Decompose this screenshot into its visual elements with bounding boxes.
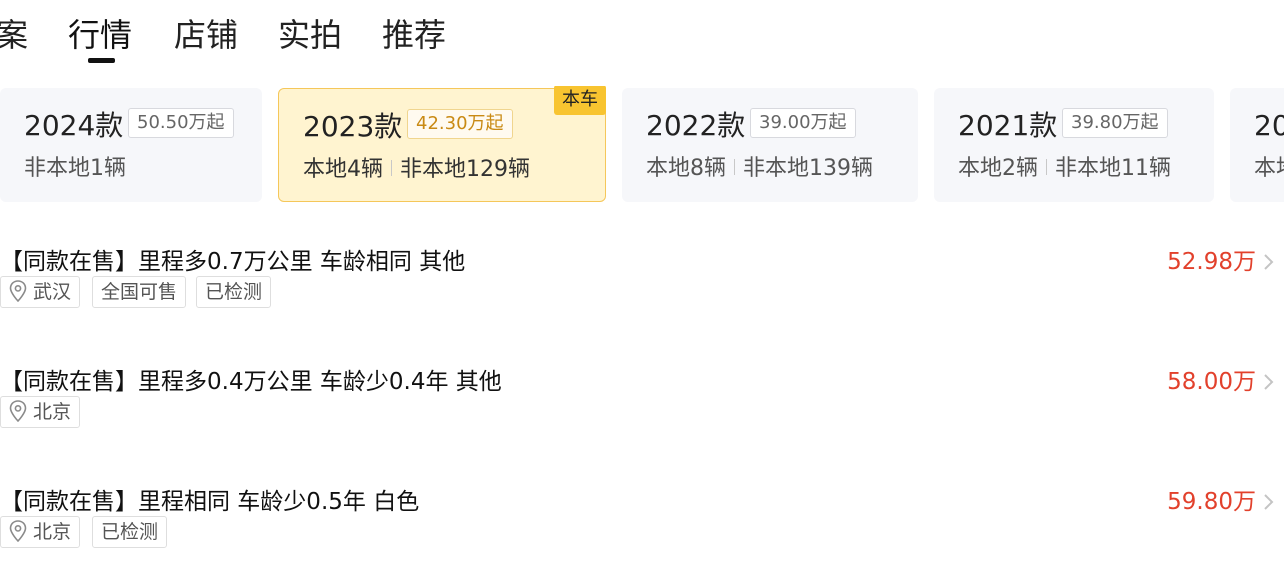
location-pin-icon <box>9 519 27 542</box>
card-nonlocal-count: 非本地1辆 <box>24 156 126 181</box>
card-nonlocal-count: 非本地129辆 <box>400 157 530 182</box>
card-counts: 非本地1辆 <box>24 154 126 184</box>
card-counts: 本地2辆 非本地11辆 <box>958 154 1171 184</box>
year-card-2023[interactable]: 2023款 42.30万起 本地4辆 非本地129辆 本车 <box>278 86 606 202</box>
tab-market[interactable]: 行情 <box>68 14 132 56</box>
card-price: 50.50万起 <box>128 108 234 138</box>
listing-price: 59.80万 <box>1167 489 1256 515</box>
divider <box>1046 159 1047 175</box>
year-card-2024[interactable]: 2024款 50.50万起 非本地1辆 <box>0 88 262 202</box>
location-pin-icon <box>9 399 27 422</box>
year-card-2021[interactable]: 2021款 39.80万起 本地2辆 非本地11辆 <box>934 88 1214 202</box>
card-local-count: 本地 <box>1254 156 1284 181</box>
listing-item[interactable]: 【同款在售】里程多0.7万公里 车龄相同 其他 52.98万 武汉 全国可售 已… <box>0 246 1284 346</box>
location-tag: 北京 <box>0 516 81 548</box>
listing-item[interactable]: 【同款在售】里程多0.4万公里 车龄少0.4年 其他 58.00万 北京 <box>0 366 1284 466</box>
location-pin-icon <box>9 279 27 302</box>
listing-item[interactable]: 【同款在售】里程相同 车龄少0.5年 白色 59.80万 北京 已检测 <box>0 486 1284 586</box>
chevron-right-icon <box>1264 374 1274 390</box>
tag-label: 北京 <box>33 521 72 543</box>
chevron-right-icon <box>1264 254 1274 270</box>
card-local-count: 本地8辆 <box>646 156 726 181</box>
card-local-count: 本地2辆 <box>958 156 1038 181</box>
tab-case[interactable]: 案 <box>0 14 28 56</box>
card-year: 2021款 <box>958 109 1058 142</box>
chevron-right-icon <box>1264 494 1274 510</box>
tab-active-indicator <box>88 58 115 63</box>
divider <box>391 160 392 176</box>
tab-stores[interactable]: 店铺 <box>174 14 238 56</box>
tag-label: 武汉 <box>33 281 72 303</box>
listing-title: 【同款在售】里程多0.4万公里 车龄少0.4年 其他 <box>0 369 502 395</box>
card-price: 42.30万起 <box>407 109 513 139</box>
listing-title: 【同款在售】里程多0.7万公里 车龄相同 其他 <box>0 249 466 275</box>
listing-title: 【同款在售】里程相同 车龄少0.5年 白色 <box>0 489 420 515</box>
tab-photos[interactable]: 实拍 <box>278 14 342 56</box>
listing-price: 58.00万 <box>1167 369 1256 395</box>
year-card-2022[interactable]: 2022款 39.00万起 本地8辆 非本地139辆 <box>622 88 918 202</box>
card-nonlocal-count: 非本地139辆 <box>743 156 873 181</box>
card-nonlocal-count: 非本地11辆 <box>1055 156 1171 181</box>
location-tag: 北京 <box>0 396 81 428</box>
card-counts: 本地4辆 非本地129辆 <box>303 155 530 185</box>
card-counts: 本地8辆 非本地139辆 <box>646 154 873 184</box>
card-year: 2024款 <box>24 109 124 142</box>
tag: 已检测 <box>196 276 272 308</box>
card-price: 39.00万起 <box>750 108 856 138</box>
location-tag: 武汉 <box>0 276 81 308</box>
card-year: 2022款 <box>646 109 746 142</box>
card-year: 20 <box>1254 109 1284 142</box>
tag: 全国可售 <box>92 276 187 308</box>
tab-bar: 案 行情 店铺 实拍 推荐 <box>0 0 1284 70</box>
card-counts: 本地 <box>1254 154 1284 184</box>
card-year: 2023款 <box>303 110 403 143</box>
year-card-partial[interactable]: 20 本地 <box>1230 88 1284 202</box>
card-local-count: 本地4辆 <box>303 157 383 182</box>
card-price: 39.80万起 <box>1062 108 1168 138</box>
divider <box>734 159 735 175</box>
tab-recommend[interactable]: 推荐 <box>382 14 446 56</box>
listing-price: 52.98万 <box>1167 249 1256 275</box>
tag-label: 北京 <box>33 401 72 423</box>
year-card-strip: 2024款 50.50万起 非本地1辆 2023款 42.30万起 本地4辆 非本… <box>0 86 1284 206</box>
tag: 已检测 <box>92 516 168 548</box>
current-car-badge: 本车 <box>554 86 606 115</box>
